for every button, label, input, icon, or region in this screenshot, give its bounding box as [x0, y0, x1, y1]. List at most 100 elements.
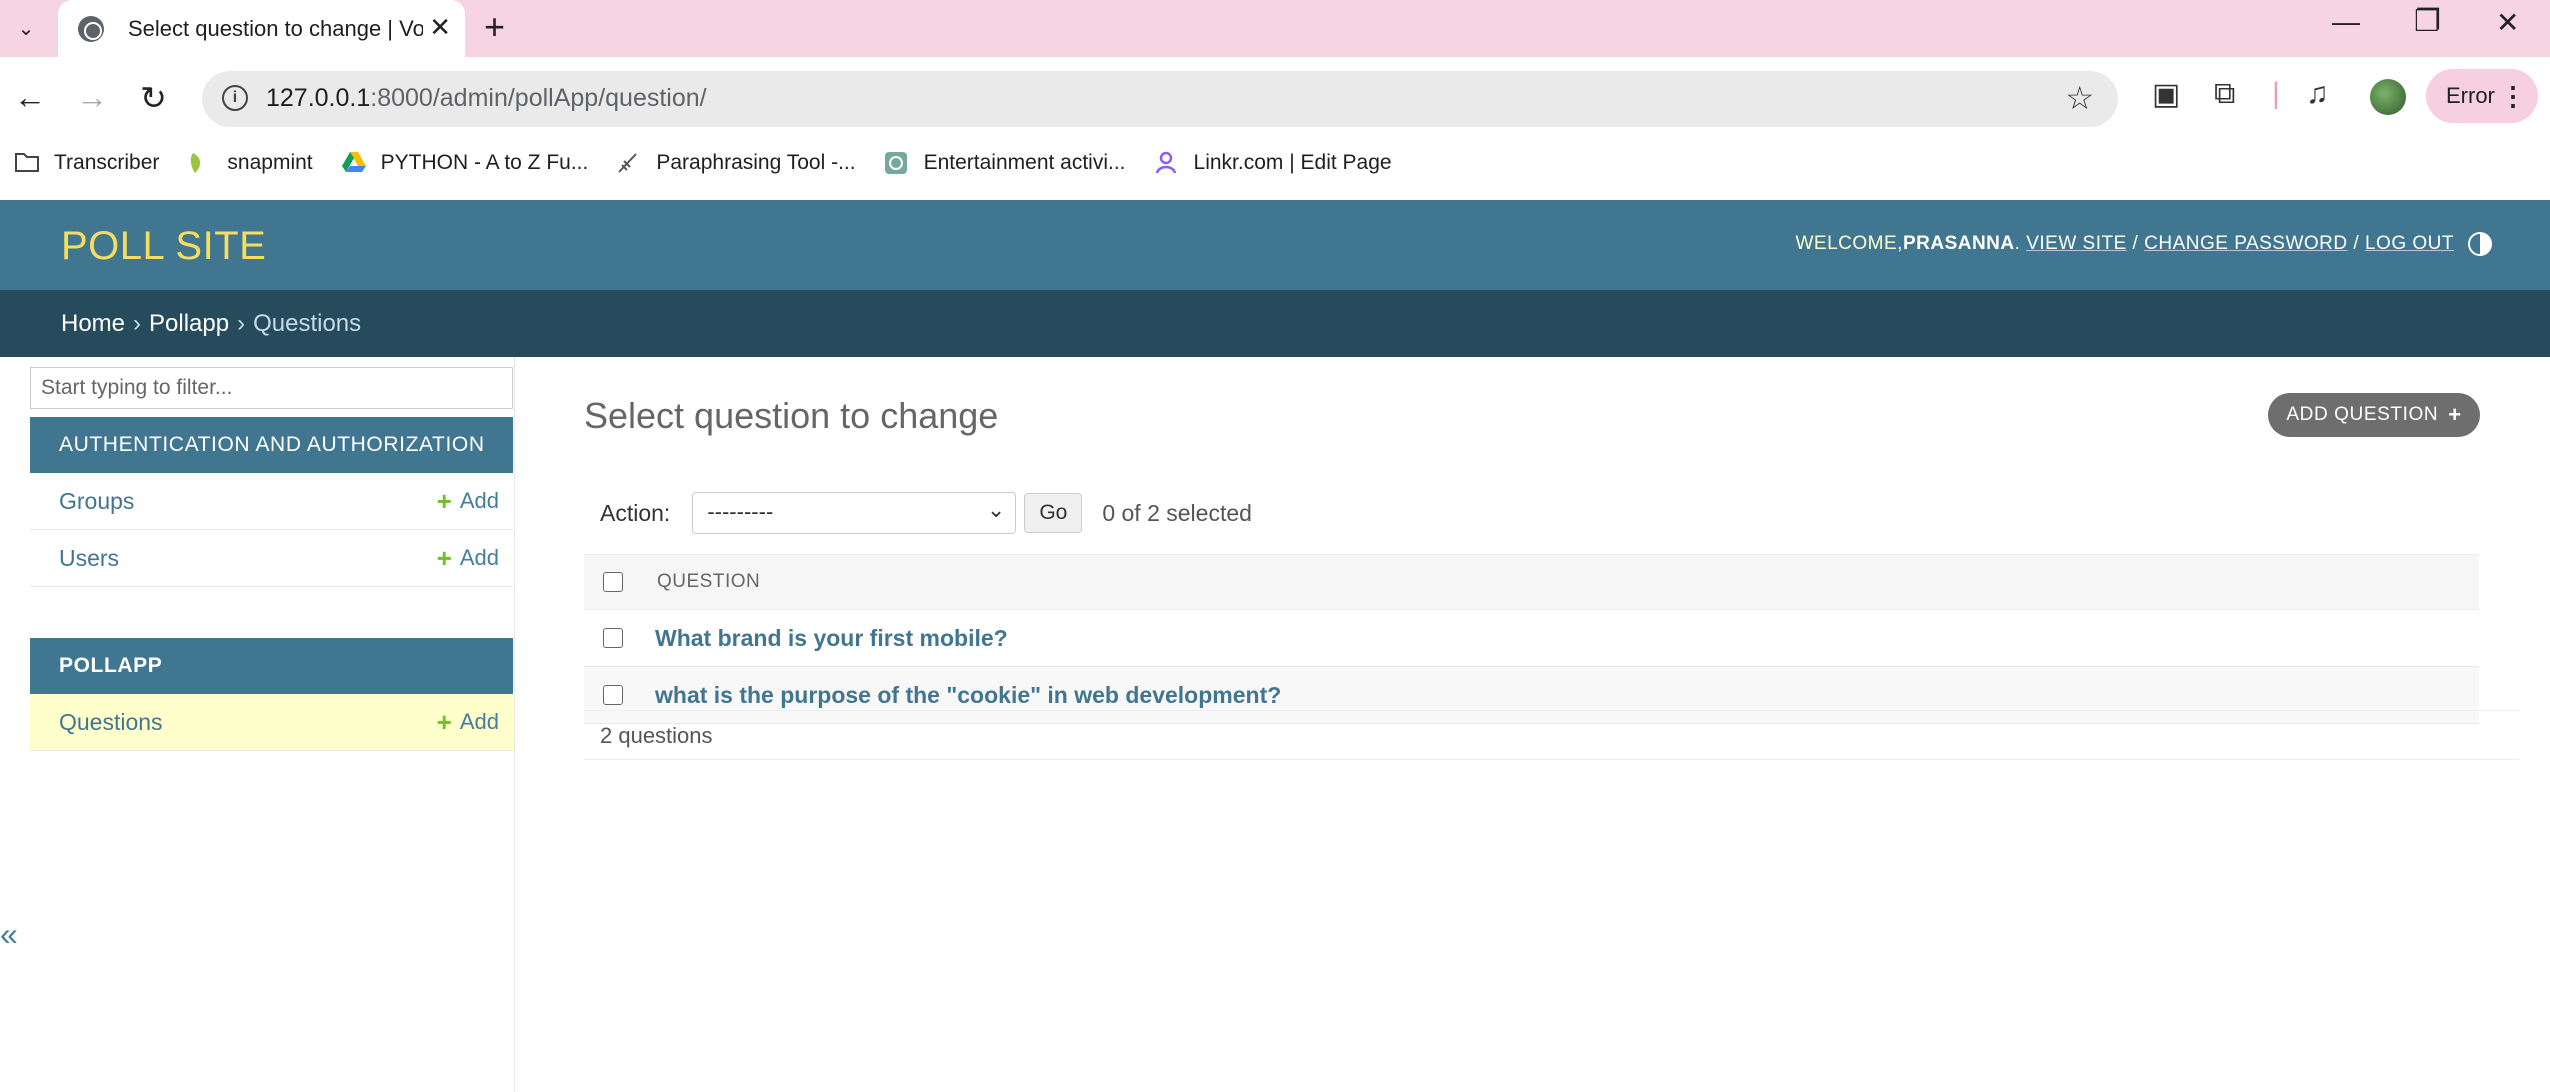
- bookmark-label: snapmint: [227, 151, 313, 174]
- bookmark-item[interactable]: PYTHON - A to Z Fu...: [341, 151, 589, 175]
- extensions-puzzle-icon[interactable]: ⧉: [2214, 77, 2235, 111]
- profile-status-label: Error: [2446, 83, 2495, 108]
- add-label: Add: [459, 709, 499, 734]
- back-icon[interactable]: ←: [14, 79, 46, 116]
- site-info-icon[interactable]: i: [222, 85, 248, 111]
- quill-icon: [616, 151, 642, 175]
- paginator: 2 questions: [584, 710, 2519, 760]
- bookmark-item[interactable]: Entertainment activi...: [884, 151, 1126, 175]
- browser-tab[interactable]: Select question to change | Vot ✕: [58, 0, 465, 57]
- action-select-value: ---------: [707, 499, 774, 524]
- action-label: Action:: [600, 499, 671, 526]
- sidebar-item-users: Users + Add: [30, 530, 513, 587]
- nav-sidebar: Start typing to filter... AUTHENTICATION…: [0, 357, 515, 1092]
- breadcrumb-app[interactable]: Pollapp: [149, 310, 229, 338]
- restore-icon[interactable]: ❐: [2414, 4, 2441, 39]
- theme-toggle-icon[interactable]: [2468, 232, 2492, 256]
- sidebar-item-label[interactable]: Groups: [59, 488, 134, 515]
- add-group-link[interactable]: + Add: [437, 486, 499, 517]
- punct: .: [2014, 233, 2027, 254]
- add-label: Add: [459, 545, 499, 570]
- window-close-icon[interactable]: ✕: [2496, 6, 2519, 39]
- module-caption[interactable]: AUTHENTICATION AND AUTHORIZATION: [30, 417, 513, 473]
- toolbar-divider: |: [2272, 77, 2280, 110]
- site-branding[interactable]: POLL SITE: [61, 224, 266, 269]
- url-host: 127.0.0.1: [266, 84, 371, 112]
- address-bar[interactable]: i 127.0.0.1:8000/admin/pollApp/question/…: [202, 71, 2118, 127]
- action-select[interactable]: --------- ⌄: [692, 492, 1017, 534]
- question-link[interactable]: What brand is your first mobile?: [655, 625, 1008, 652]
- sidebar-filter-input[interactable]: Start typing to filter...: [30, 367, 513, 409]
- chatgpt-icon: [884, 151, 910, 175]
- url-path: :8000/admin/pollApp/question/: [370, 84, 707, 112]
- url-text[interactable]: 127.0.0.1:8000/admin/pollApp/question/: [266, 84, 707, 113]
- plus-icon: +: [436, 542, 452, 573]
- bookmarks-bar: Transcriber snapmint PYTHON - A to Z Fu.…: [0, 137, 2550, 189]
- breadcrumb-current: Questions: [253, 309, 362, 337]
- sidebar-item-label[interactable]: Users: [59, 545, 119, 572]
- sidebar-item-groups: Groups + Add: [30, 473, 513, 530]
- add-question-button[interactable]: ADD QUESTION +: [2268, 393, 2480, 437]
- plus-icon: +: [2448, 402, 2462, 427]
- module-pollapp: POLLAPP Questions + Add: [30, 638, 513, 751]
- user-tools: WELCOME, PRASANNA. VIEW SITE / CHANGE PA…: [1795, 232, 2492, 256]
- log-out-link[interactable]: LOG OUT: [2365, 233, 2454, 255]
- tab-title: Select question to change | Vot: [128, 15, 423, 41]
- bookmark-label: Paraphrasing Tool -...: [656, 151, 856, 174]
- forward-icon[interactable]: →: [76, 79, 108, 116]
- bookmark-star-icon[interactable]: ☆: [2065, 79, 2094, 117]
- table-row: What brand is your first mobile?: [584, 610, 2479, 667]
- extension-avatar-icon[interactable]: ▣: [2152, 77, 2180, 112]
- snapmint-icon: [187, 151, 213, 175]
- welcome-text: WELCOME,: [1795, 233, 1903, 254]
- change-password-link[interactable]: CHANGE PASSWORD: [2144, 233, 2348, 255]
- username: PRASANNA: [1902, 233, 2015, 254]
- bookmark-label: Transcriber: [54, 151, 160, 174]
- new-tab-icon[interactable]: +: [484, 6, 505, 48]
- plus-icon: +: [436, 706, 452, 737]
- plus-icon: +: [436, 485, 452, 516]
- reload-icon[interactable]: ↻: [140, 79, 167, 117]
- linkr-icon: [1154, 151, 1180, 175]
- chevron-down-icon: ⌄: [986, 497, 1006, 522]
- bookmark-item[interactable]: Paraphrasing Tool -...: [616, 151, 856, 175]
- tab-search-icon[interactable]: ⌄: [4, 8, 48, 48]
- profile-error-button[interactable]: Error ⋮: [2426, 69, 2538, 123]
- row-checkbox[interactable]: [603, 628, 623, 648]
- add-user-link[interactable]: + Add: [437, 543, 499, 574]
- table-header: QUESTION: [584, 554, 2479, 610]
- menu-kebab-icon[interactable]: ⋮: [2500, 69, 2526, 123]
- result-count: 2 questions: [600, 723, 713, 748]
- column-header-question[interactable]: QUESTION: [657, 571, 760, 593]
- go-button[interactable]: Go: [1024, 493, 1083, 533]
- close-tab-icon[interactable]: ✕: [429, 12, 451, 43]
- bookmark-item[interactable]: Transcriber: [14, 151, 159, 175]
- bookmark-label: Linkr.com | Edit Page: [1193, 151, 1392, 174]
- question-link[interactable]: what is the purpose of the "cookie" in w…: [655, 682, 1281, 709]
- select-all-checkbox[interactable]: [603, 572, 623, 592]
- selection-counter: 0 of 2 selected: [1102, 499, 1252, 526]
- add-question-link[interactable]: + Add: [437, 707, 499, 738]
- sidebar-item-label[interactable]: Questions: [59, 709, 163, 736]
- module-caption[interactable]: POLLAPP: [30, 638, 513, 694]
- drive-icon: [341, 151, 367, 175]
- bookmark-item[interactable]: Linkr.com | Edit Page: [1154, 151, 1392, 175]
- breadcrumb-separator: ›: [237, 309, 246, 337]
- page-title: Select question to change: [584, 395, 999, 436]
- breadcrumb-separator: ›: [133, 309, 142, 337]
- minimize-icon[interactable]: —: [2332, 6, 2360, 38]
- bookmark-label: PYTHON - A to Z Fu...: [380, 151, 589, 174]
- add-button-label: ADD QUESTION: [2286, 404, 2439, 425]
- bookmark-item[interactable]: snapmint: [187, 151, 313, 175]
- media-queue-icon[interactable]: ♫: [2306, 77, 2329, 111]
- breadcrumb-home[interactable]: Home: [61, 310, 125, 338]
- separator: /: [2126, 233, 2145, 254]
- view-site-link[interactable]: VIEW SITE: [2026, 233, 2127, 255]
- folder-icon: [14, 151, 40, 175]
- row-checkbox[interactable]: [603, 685, 623, 705]
- sidebar-collapse-toggle[interactable]: «: [0, 916, 22, 953]
- admin-header: POLL SITE WELCOME, PRASANNA. VIEW SITE /…: [0, 200, 2550, 290]
- browser-tab-strip: ⌄ Select question to change | Vot ✕ + — …: [0, 0, 2550, 57]
- profile-avatar[interactable]: [2370, 79, 2406, 115]
- bookmark-label: Entertainment activi...: [923, 151, 1126, 174]
